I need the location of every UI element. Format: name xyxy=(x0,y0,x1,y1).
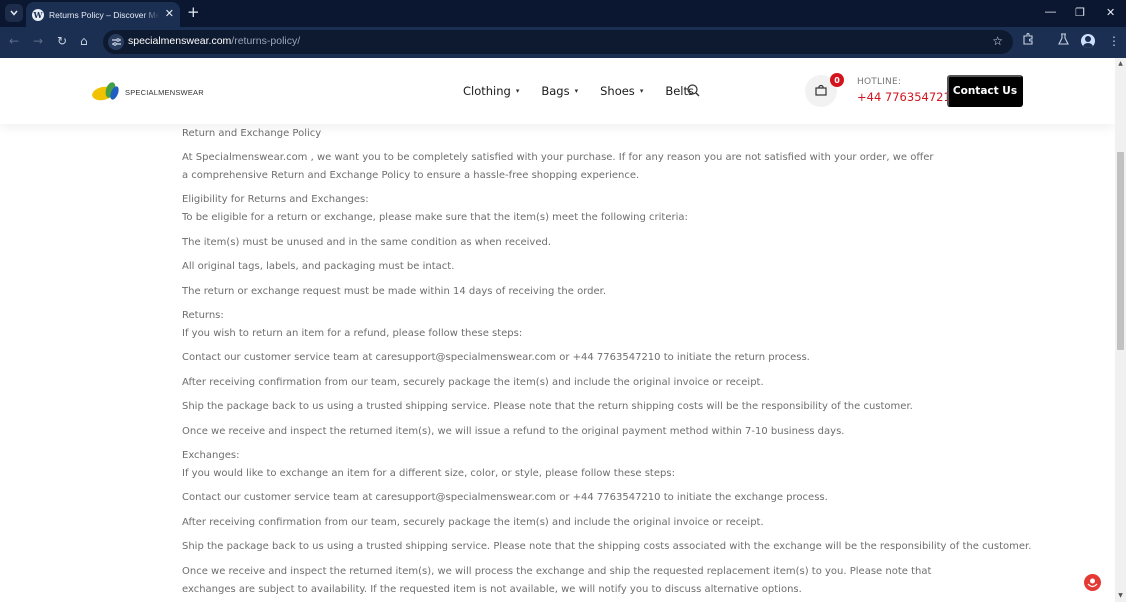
eligibility-item: The item(s) must be unused and in the sa… xyxy=(182,237,552,248)
tab-strip: W Returns Policy – Discover Mens ✕ + — ❐… xyxy=(0,0,1126,27)
nav-item-clothing[interactable]: Clothing ▾ xyxy=(463,84,519,98)
browser-toolbar: ← → ↻ ⌂ specialmenswear.com/returns-poli… xyxy=(0,27,1126,58)
extensions-icon[interactable] xyxy=(1022,32,1034,49)
chevron-down-icon: ▾ xyxy=(515,87,520,95)
search-icon[interactable] xyxy=(687,84,700,97)
menu-kebab-icon[interactable]: ⋮ xyxy=(1108,33,1120,49)
close-window-icon[interactable]: ✕ xyxy=(1106,6,1115,19)
eligibility-intro: To be eligible for a return or exchange,… xyxy=(182,212,688,223)
labs-flask-icon[interactable] xyxy=(1058,33,1069,49)
new-tab-button[interactable]: + xyxy=(187,5,200,20)
close-tab-icon[interactable]: ✕ xyxy=(165,8,174,20)
chevron-down-icon xyxy=(10,10,18,16)
returns-intro: If you wish to return an item for a refu… xyxy=(182,328,523,339)
url-path: /returns-policy/ xyxy=(231,35,301,47)
returns-step: Contact our customer service team at car… xyxy=(182,352,810,363)
chat-widget-icon[interactable] xyxy=(1084,574,1101,591)
browser-chrome: W Returns Policy – Discover Mens ✕ + — ❐… xyxy=(0,0,1126,58)
shopping-bag-icon xyxy=(815,84,827,96)
url-domain: specialmenswear.com xyxy=(128,35,232,47)
minimize-icon[interactable]: — xyxy=(1045,6,1056,18)
wordpress-icon: W xyxy=(32,8,44,21)
page-scrollbar[interactable]: ▲ ▼ xyxy=(1115,58,1126,602)
back-icon[interactable]: ← xyxy=(9,34,19,48)
site-header: SPECIALMENSWEAR Clothing ▾ Bags ▾ Shoes … xyxy=(0,58,1115,124)
logo-mark-icon xyxy=(90,81,122,103)
nav-label: Clothing xyxy=(463,84,511,98)
returns-heading: Returns: xyxy=(182,310,224,321)
chevron-down-icon: ▾ xyxy=(639,87,644,95)
exchanges-intro: If you would like to exchange an item fo… xyxy=(182,468,675,479)
chevron-down-icon: ▾ xyxy=(574,87,579,95)
returns-step: After receiving confirmation from our te… xyxy=(182,377,764,388)
exchanges-heading: Exchanges: xyxy=(182,450,240,461)
nav-item-shoes[interactable]: Shoes ▾ xyxy=(600,84,643,98)
eligibility-heading: Eligibility for Returns and Exchanges: xyxy=(182,194,369,205)
tab-title: Returns Policy – Discover Mens xyxy=(49,9,159,20)
browser-tab-active[interactable]: W Returns Policy – Discover Mens ✕ xyxy=(26,2,180,27)
eligibility-item: The return or exchange request must be m… xyxy=(182,286,607,297)
nav-item-bags[interactable]: Bags ▾ xyxy=(541,84,578,98)
exchanges-step: Ship the package back to us using a trus… xyxy=(182,541,1032,552)
returns-step: Ship the package back to us using a trus… xyxy=(182,401,913,412)
url-text: specialmenswear.com/returns-policy/ xyxy=(128,35,300,47)
address-bar[interactable]: specialmenswear.com/returns-policy/ ☆ xyxy=(103,30,1013,54)
restore-icon[interactable]: ❐ xyxy=(1075,6,1085,19)
hotline-number[interactable]: +44 7763547210 xyxy=(857,90,958,104)
returns-step: Once we receive and inspect the returned… xyxy=(182,426,845,437)
cart-count-badge: 0 xyxy=(830,73,844,87)
reload-icon[interactable]: ↻ xyxy=(57,34,67,48)
tab-search-button[interactable] xyxy=(5,4,23,22)
forward-icon[interactable]: → xyxy=(33,34,43,48)
contact-us-button[interactable]: Contact Us xyxy=(947,75,1023,107)
web-page: SPECIALMENSWEAR Clothing ▾ Bags ▾ Shoes … xyxy=(0,58,1115,602)
exchanges-step: Contact our customer service team at car… xyxy=(182,492,828,503)
home-icon[interactable]: ⌂ xyxy=(80,34,88,48)
site-logo[interactable]: SPECIALMENSWEAR xyxy=(90,81,204,103)
intro-paragraph: At Specialmenswear.com , we want you to … xyxy=(182,152,934,181)
profile-avatar-icon[interactable] xyxy=(1081,34,1095,48)
exchanges-step: After receiving confirmation from our te… xyxy=(182,517,764,528)
scroll-down-arrow-icon[interactable]: ▼ xyxy=(1115,590,1126,602)
scroll-up-arrow-icon[interactable]: ▲ xyxy=(1115,58,1126,70)
main-nav: Clothing ▾ Bags ▾ Shoes ▾ Belts xyxy=(463,84,716,98)
bookmark-star-icon[interactable]: ☆ xyxy=(992,34,1003,48)
hotline-label: HOTLINE: xyxy=(857,77,902,87)
nav-label: Shoes xyxy=(600,84,635,98)
scrollbar-thumb[interactable] xyxy=(1117,152,1124,350)
logo-text: SPECIALMENSWEAR xyxy=(125,87,204,97)
exchanges-step: Once we receive and inspect the returned… xyxy=(182,566,932,595)
policy-title: Return and Exchange Policy xyxy=(182,128,322,139)
nav-label: Bags xyxy=(541,84,570,98)
eligibility-item: All original tags, labels, and packaging… xyxy=(182,261,455,272)
site-info-icon[interactable] xyxy=(108,34,124,50)
